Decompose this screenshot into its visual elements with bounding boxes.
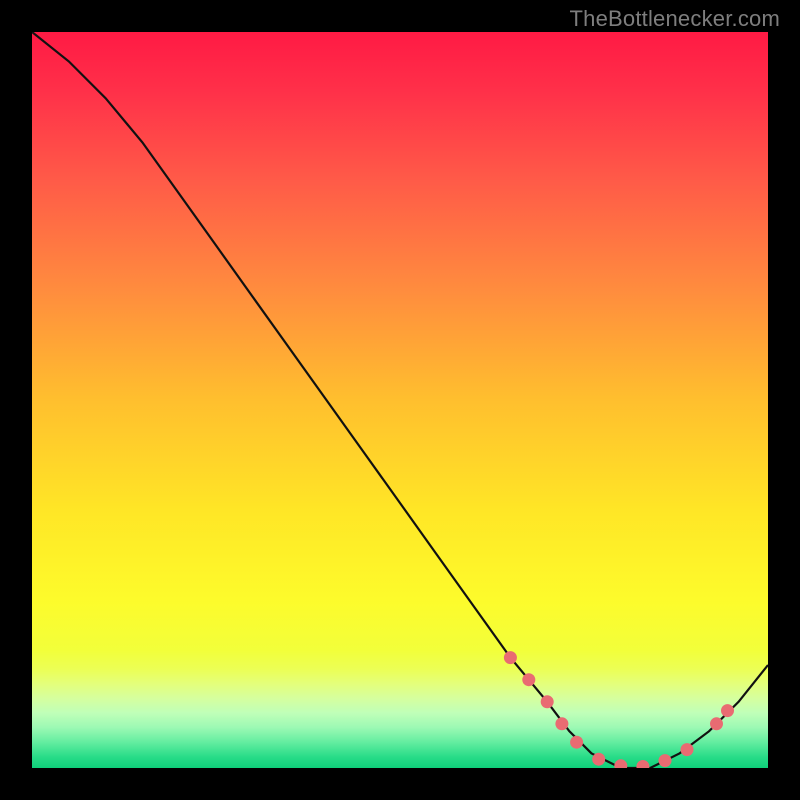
curve-marker — [710, 717, 723, 730]
chart-frame: TheBottlenecker.com — [0, 0, 800, 800]
curve-marker — [504, 651, 517, 664]
chart-svg — [32, 32, 768, 768]
curve-marker — [721, 704, 734, 717]
plot-area — [32, 32, 768, 768]
curve-marker — [555, 717, 568, 730]
curve-marker — [541, 695, 554, 708]
curve-marker — [570, 736, 583, 749]
curve-marker — [522, 673, 535, 686]
curve-marker — [681, 743, 694, 756]
curve-marker — [659, 754, 672, 767]
curve-marker — [592, 753, 605, 766]
watermark-label: TheBottlenecker.com — [570, 6, 780, 32]
